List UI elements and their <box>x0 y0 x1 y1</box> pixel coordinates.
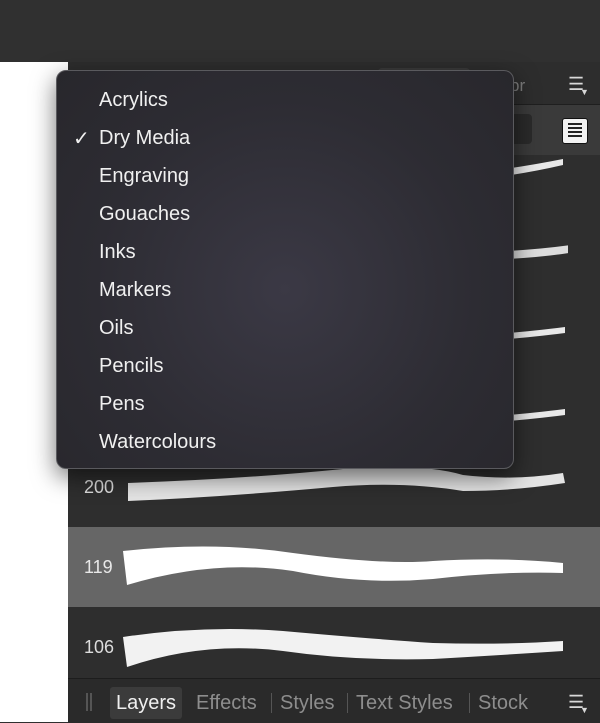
menu-item-inks[interactable]: Inks <box>57 233 513 271</box>
menu-item-label: Pencils <box>99 355 164 377</box>
grip-handle-icon[interactable] <box>86 693 88 711</box>
brush-stroke-preview <box>128 467 565 501</box>
brush-size: 200 <box>84 477 115 497</box>
menu-item-label: Dry Media <box>99 127 191 149</box>
menu-item-pencils[interactable]: Pencils <box>57 347 513 385</box>
tab-stock[interactable]: Stock <box>478 687 528 719</box>
tab-separator <box>347 693 348 713</box>
menu-item-label: Gouaches <box>99 203 191 225</box>
menu-item-label: Watercolours <box>99 431 217 453</box>
menu-item-label: Oils <box>99 317 134 339</box>
bottom-tab-bar: Layers Effects Styles Text Styles Stock … <box>68 678 600 723</box>
menu-item-label: Inks <box>99 241 136 263</box>
menu-item-gouaches[interactable]: Gouaches <box>57 195 513 233</box>
brush-row-selected[interactable]: 119 <box>68 527 600 607</box>
menu-item-oils[interactable]: Oils <box>57 309 513 347</box>
tab-text-styles[interactable]: Text Styles <box>356 687 453 719</box>
top-toolbar <box>0 0 600 62</box>
menu-item-markers[interactable]: Markers <box>57 271 513 309</box>
menu-item-watercolours[interactable]: Watercolours <box>57 423 513 461</box>
tab-layers[interactable]: Layers <box>110 687 183 719</box>
brush-category-menu: Acrylics ✓ Dry Media Engraving Gouaches … <box>56 70 514 469</box>
menu-item-engraving[interactable]: Engraving <box>57 157 513 195</box>
brush-stroke-preview <box>123 546 563 585</box>
checkmark-icon: ✓ <box>73 128 90 150</box>
menu-item-pens[interactable]: Pens <box>57 385 513 423</box>
brush-size: 106 <box>84 637 115 657</box>
menu-item-label: Pens <box>99 393 145 415</box>
tab-styles[interactable]: Styles <box>280 687 334 719</box>
tab-separator <box>271 693 272 713</box>
brush-row[interactable]: 106 <box>68 607 600 687</box>
menu-item-label: Markers <box>99 279 172 301</box>
menu-item-label: Acrylics <box>99 89 168 111</box>
panel-menu-icon[interactable]: ☰ ▼ <box>568 75 589 97</box>
brush-stroke-preview <box>123 629 563 667</box>
tab-separator <box>469 693 470 713</box>
menu-item-label: Engraving <box>99 165 190 187</box>
menu-item-acrylics[interactable]: Acrylics <box>57 81 513 119</box>
panel-menu-icon[interactable]: ☰ ▼ <box>568 693 589 715</box>
brush-size: 119 <box>84 557 113 577</box>
menu-item-dry-media[interactable]: ✓ Dry Media <box>57 119 513 157</box>
tab-effects[interactable]: Effects <box>196 687 257 719</box>
